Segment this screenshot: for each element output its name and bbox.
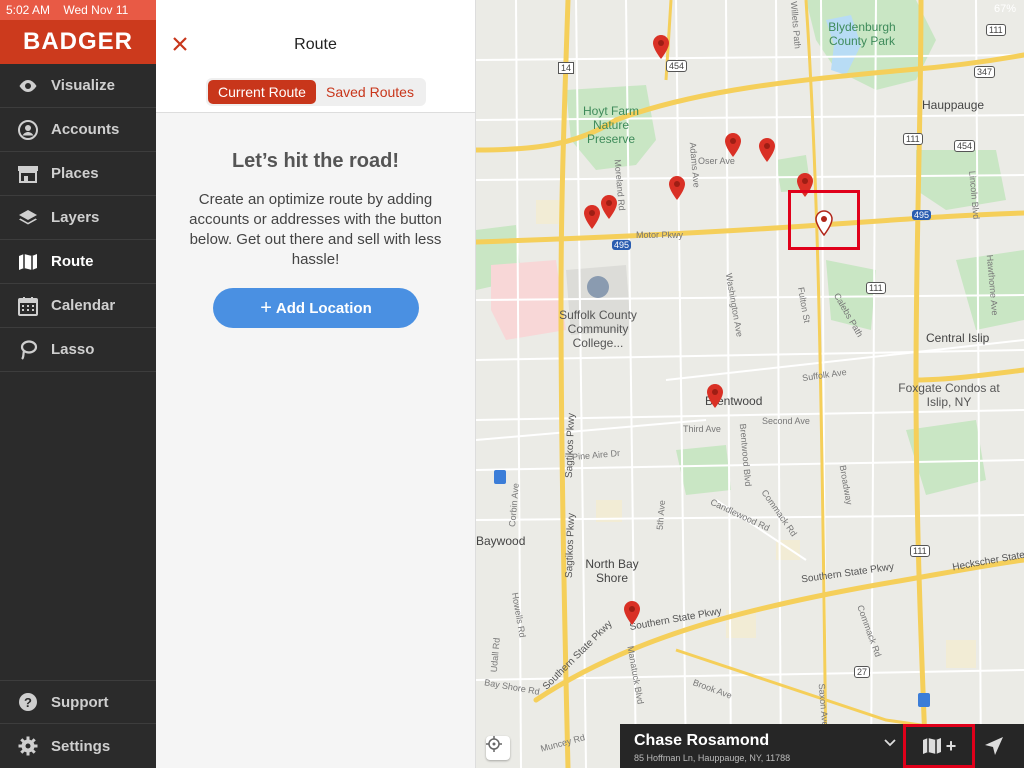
lasso-icon <box>17 339 39 361</box>
add-location-label: Add Location <box>275 299 372 317</box>
sidebar-item-support[interactable]: ? Support <box>0 680 156 724</box>
train-station-icon <box>918 693 930 707</box>
selected-map-pin[interactable] <box>815 210 833 236</box>
sidebar-item-layers[interactable]: Layers <box>0 196 156 240</box>
map-label-hoyt: Hoyt Farm Nature Preserve <box>582 104 639 146</box>
account-name: Chase Rosamond <box>634 732 770 749</box>
sidebar-item-accounts[interactable]: Accounts <box>0 108 156 152</box>
map-label-blydenburgh: Blydenburgh County Park <box>828 20 896 48</box>
route-shield: 454 <box>666 60 688 72</box>
tab-saved-routes[interactable]: Saved Routes <box>316 80 424 104</box>
status-time: 5:02 AM <box>6 3 51 17</box>
map-label-north-bay-shore: North Bay Shore <box>585 557 639 585</box>
route-shield: 111 <box>986 24 1006 36</box>
account-bar[interactable]: Chase Rosamond 85 Hoffman Ln, Hauppauge,… <box>620 724 1024 768</box>
storefront-icon <box>17 163 39 185</box>
map-icon <box>17 251 39 273</box>
map-icon <box>922 738 941 754</box>
street-label: Sagtikos Pkwy <box>563 412 578 479</box>
sidebar-item-lasso[interactable]: Lasso <box>0 328 156 372</box>
map-pin[interactable] <box>724 132 742 158</box>
status-bar: 5:02 AM Wed Nov 11 <box>0 0 156 20</box>
route-header: Route Current Route Saved Routes <box>156 0 475 113</box>
gear-icon <box>17 735 39 757</box>
map-pin[interactable] <box>600 194 618 220</box>
help-icon: ? <box>17 691 39 713</box>
sidebar-item-label: Calendar <box>51 297 116 314</box>
route-shield: 27 <box>854 666 871 678</box>
layers-icon <box>17 207 39 229</box>
locate-me-button[interactable] <box>486 736 510 760</box>
map-label-hauppauge: Hauppauge <box>922 98 985 112</box>
calendar-icon <box>17 295 39 317</box>
empty-state-description: Create an optimize route by adding accou… <box>189 191 442 268</box>
sidebar-item-settings[interactable]: Settings <box>0 724 156 768</box>
route-shield: 111 <box>910 545 930 557</box>
map-view[interactable]: 454 454 14 111 111 111 111 347 495 495 2… <box>476 0 1024 768</box>
tab-current-route[interactable]: Current Route <box>208 80 316 104</box>
route-shield: 495 <box>912 210 932 220</box>
map-pin[interactable] <box>706 383 724 409</box>
school-icon <box>587 276 609 298</box>
street-label: Second Ave <box>762 416 810 426</box>
brand-logo: BADGER <box>22 28 133 55</box>
sidebar-item-visualize[interactable]: Visualize <box>0 64 156 108</box>
street-label: Motor Pkwy <box>636 230 684 240</box>
status-date: Wed Nov 11 <box>63 3 129 17</box>
eye-icon <box>17 75 39 97</box>
sidebar-item-label: Visualize <box>51 77 115 94</box>
navigation-arrow-icon[interactable] <box>982 734 1006 758</box>
chevron-down-icon[interactable] <box>882 734 898 750</box>
route-shield: 14 <box>558 62 575 74</box>
add-location-button[interactable]: + Add Location <box>213 288 419 328</box>
map-pin[interactable] <box>668 175 686 201</box>
street-label: Sagtikos Pkwy <box>563 512 578 579</box>
map-label-suffolk-college: Suffolk County Community College... <box>559 308 637 350</box>
street-label: Third Ave <box>683 424 721 434</box>
route-shield: 454 <box>954 140 976 152</box>
sidebar-item-calendar[interactable]: Calendar <box>0 284 156 328</box>
sidebar-item-label: Layers <box>51 209 100 226</box>
map-label-baywood: Baywood <box>476 534 526 548</box>
plus-icon: + <box>945 735 957 756</box>
map-pin[interactable] <box>583 204 601 230</box>
route-panel: Route Current Route Saved Routes Let’s h… <box>156 0 476 768</box>
sidebar-item-route[interactable]: Route <box>0 240 156 284</box>
crosshair-icon <box>486 736 502 752</box>
route-shield: 495 <box>612 240 632 250</box>
map-label-foxgate: Foxgate Condos at Islip, NY <box>898 381 1000 409</box>
sidebar-item-label: Lasso <box>51 341 95 358</box>
route-shield: 347 <box>974 66 996 78</box>
brand-header: BADGER <box>0 20 156 64</box>
route-shield: 111 <box>903 133 923 145</box>
sidebar-item-label: Places <box>51 165 99 182</box>
map-label-central-islip: Central Islip <box>926 331 990 345</box>
page-title: Route <box>294 36 337 53</box>
person-icon <box>17 119 39 141</box>
battery-status: 67% <box>993 3 1016 15</box>
map-pin[interactable] <box>758 137 776 163</box>
train-station-icon <box>494 470 506 484</box>
sidebar-item-label: Support <box>51 693 109 711</box>
add-to-route-button[interactable]: + <box>903 724 975 768</box>
route-shield: 111 <box>866 282 886 294</box>
map-pin[interactable] <box>623 600 641 626</box>
sidebar-item-places[interactable]: Places <box>0 152 156 196</box>
sidebar-item-label: Route <box>51 253 94 270</box>
plus-icon: + <box>260 296 272 319</box>
sidebar-item-label: Accounts <box>51 121 120 138</box>
svg-text:?: ? <box>24 695 32 710</box>
sidebar: 5:02 AM Wed Nov 11 BADGER Visualize Acco… <box>0 0 156 768</box>
account-address: 85 Hoffman Ln, Hauppauge, NY, 11788 <box>634 753 791 763</box>
map-pin[interactable] <box>652 34 670 60</box>
sidebar-item-label: Settings <box>51 737 111 755</box>
empty-state-title: Let’s hit the road! <box>231 150 400 172</box>
route-tabs: Current Route Saved Routes <box>206 78 426 106</box>
